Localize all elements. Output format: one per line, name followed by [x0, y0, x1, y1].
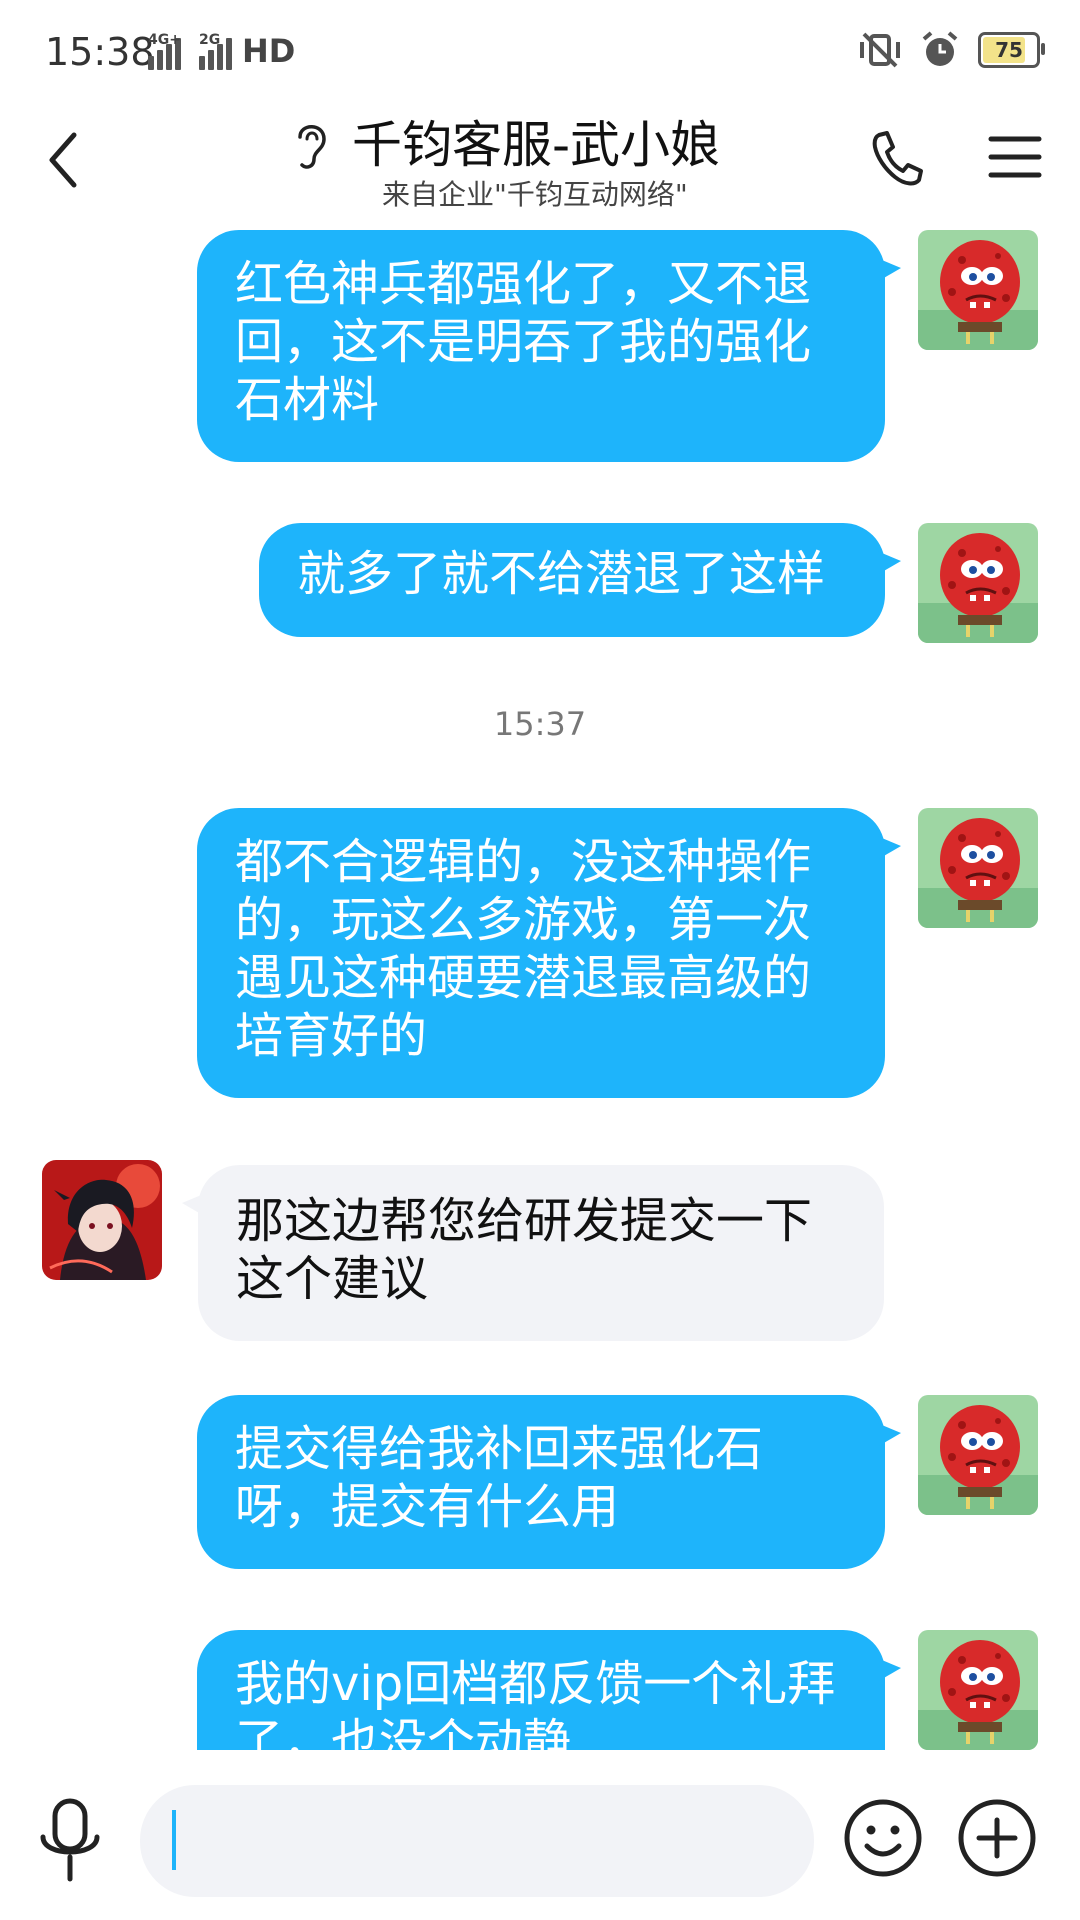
user-avatar-image [918, 1395, 1038, 1515]
message-input[interactable] [140, 1785, 814, 1897]
outgoing-message[interactable]: 就多了就不给潜退了这样 [259, 523, 901, 637]
input-bar [0, 1750, 1080, 1920]
avatar[interactable] [918, 1395, 1038, 1515]
back-icon[interactable] [40, 125, 90, 195]
chat-screen: 15:38 4G+ 2G HD 75 千钧客服-武小娘 来自企业"千钧互动网络"… [0, 0, 1080, 1920]
user-avatar-image [918, 1630, 1038, 1750]
message-list[interactable]: 红色神兵都强化了，又不退回，这不是明吞了我的强化石材料 就多了就不给潜退了这样 [0, 225, 1080, 1750]
message-text: 红色神兵都强化了，又不退回，这不是明吞了我的强化石材料 [235, 256, 812, 428]
user-avatar-image [918, 808, 1038, 928]
chat-title-area[interactable]: 千钧客服-武小娘 来自企业"千钧互动网络" [290, 105, 790, 225]
outgoing-message[interactable]: 红色神兵都强化了，又不退回，这不是明吞了我的强化石材料 [197, 230, 901, 462]
outgoing-message[interactable]: 提交得给我补回来强化石呀，提交有什么用 [197, 1395, 901, 1569]
avatar[interactable] [918, 808, 1038, 928]
message-text: 那这边帮您给研发提交一下这个建议 [236, 1193, 813, 1307]
menu-icon[interactable] [985, 127, 1045, 187]
text-cursor [172, 1810, 176, 1870]
outgoing-message[interactable]: 我的vip回档都反馈一个礼拜了，也没个动静 [197, 1630, 901, 1750]
chat-subtitle: 来自企业"千钧互动网络" [382, 178, 688, 211]
message-timestamp: 15:37 [493, 705, 587, 743]
chat-header: 千钧客服-武小娘 来自企业"千钧互动网络" [0, 105, 1080, 225]
avatar[interactable] [42, 1160, 162, 1280]
message-text: 提交得给我补回来强化石呀，提交有什么用 [235, 1421, 764, 1535]
avatar[interactable] [918, 230, 1038, 350]
alarm-icon [922, 31, 958, 66]
chat-title: 千钧客服-武小娘 [352, 116, 721, 174]
signal-icon: 4G+ [148, 32, 181, 70]
battery-icon: 75 [978, 32, 1045, 68]
phone-icon[interactable] [865, 125, 925, 195]
message-text: 我的vip回档都反馈一个礼拜了，也没个动静 [235, 1656, 836, 1750]
ear-icon [298, 125, 326, 169]
network-indicators: 4G+ 2G HD [148, 32, 295, 70]
message-text: 就多了就不给潜退了这样 [297, 546, 826, 602]
battery-level: 75 [995, 38, 1023, 62]
network-type-label: 4G+ [148, 32, 181, 48]
status-time: 15:38 [45, 30, 155, 74]
message-text: 都不合逻辑的，没这种操作的，玩这么多游戏，第一次遇见这种硬要潜退最高级的培育好的 [235, 834, 812, 1064]
microphone-icon[interactable] [35, 1795, 105, 1885]
status-bar: 15:38 4G+ 2G HD 75 [0, 0, 1080, 105]
incoming-message[interactable]: 那这边帮您给研发提交一下这个建议 [182, 1165, 884, 1341]
mute-vibrate-icon [860, 32, 900, 68]
status-right: 75 [858, 30, 1045, 70]
agent-avatar-image [42, 1160, 162, 1280]
avatar[interactable] [918, 1630, 1038, 1750]
emoji-icon[interactable] [843, 1798, 923, 1878]
outgoing-message[interactable]: 都不合逻辑的，没这种操作的，玩这么多游戏，第一次遇见这种硬要潜退最高级的培育好的 [197, 808, 901, 1098]
plus-icon[interactable] [957, 1798, 1037, 1878]
user-avatar-image [918, 230, 1038, 350]
network-type-label: 2G [199, 32, 221, 48]
user-avatar-image [918, 523, 1038, 643]
hd-label: HD [242, 32, 296, 70]
signal-icon: 2G [199, 32, 232, 70]
avatar[interactable] [918, 523, 1038, 643]
